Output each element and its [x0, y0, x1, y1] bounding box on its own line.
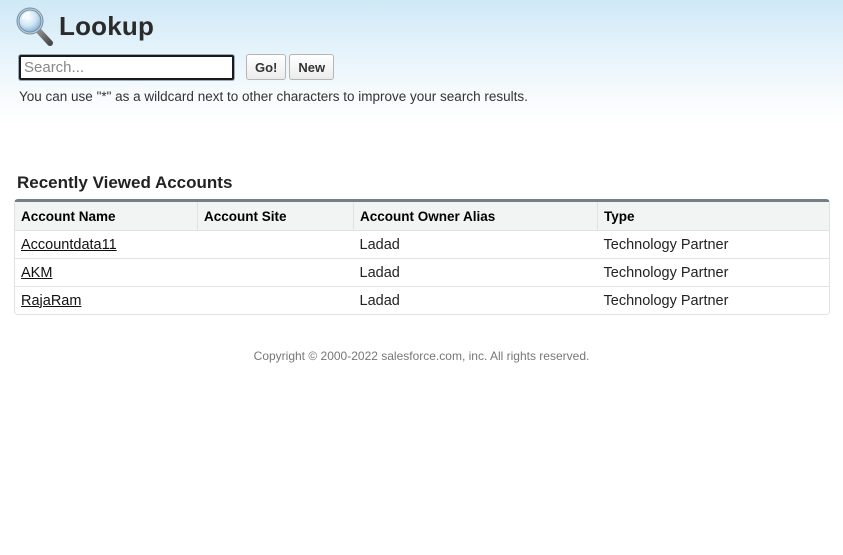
account-link[interactable]: RajaRam — [21, 293, 81, 309]
results-table-container: Account Name Account Site Account Owner … — [14, 199, 830, 315]
lookup-page: Lookup Go! New You can use "*" as a wild… — [0, 0, 843, 555]
page-header: Lookup — [15, 6, 154, 46]
search-hint: You can use "*" as a wildcard next to ot… — [19, 89, 528, 104]
results-table: Account Name Account Site Account Owner … — [15, 202, 829, 314]
search-bar: Go! New — [19, 54, 335, 80]
column-header-account-site: Account Site — [197, 202, 354, 231]
owner-alias-cell: Ladad — [359, 292, 400, 309]
type-cell: Technology Partner — [597, 258, 829, 287]
go-button[interactable]: Go! — [246, 54, 287, 80]
page-title: Lookup — [59, 10, 155, 41]
account-site-cell — [198, 287, 354, 315]
section-title: Recently Viewed Accounts — [17, 173, 233, 192]
account-site-cell — [197, 230, 354, 259]
copyright-footer: Copyright © 2000-2022 salesforce.com, in… — [253, 349, 590, 363]
column-header-owner-alias: Account Owner Alias — [353, 202, 598, 231]
owner-alias-cell: Ladad — [353, 258, 598, 287]
type-cell: Technology Partner — [603, 292, 729, 309]
account-site-cell — [197, 258, 354, 287]
account-name-cell: Accountdata11 — [15, 230, 198, 259]
account-name-cell: AKM — [15, 258, 198, 287]
column-header-type: Type — [597, 202, 829, 231]
new-button[interactable]: New — [289, 54, 335, 80]
table-row: AKM Ladad Technology Partner — [15, 258, 829, 287]
account-name-cell: RajaRam — [15, 287, 198, 315]
magnifying-glass-icon — [16, 7, 53, 46]
search-input[interactable] — [19, 54, 234, 80]
table-row: Accountdata11 Ladad Technology Partner — [15, 230, 829, 259]
account-link[interactable]: Accountdata11 — [21, 237, 117, 253]
account-link[interactable]: AKM — [21, 265, 52, 281]
column-header-account-name: Account Name — [15, 202, 198, 231]
table-row: RajaRam Ladad Technology Partner — [15, 287, 829, 315]
owner-alias-cell: Ladad — [353, 230, 598, 259]
table-header-row: Account Name Account Site Account Owner … — [15, 202, 829, 231]
type-cell: Technology Partner — [597, 230, 829, 259]
